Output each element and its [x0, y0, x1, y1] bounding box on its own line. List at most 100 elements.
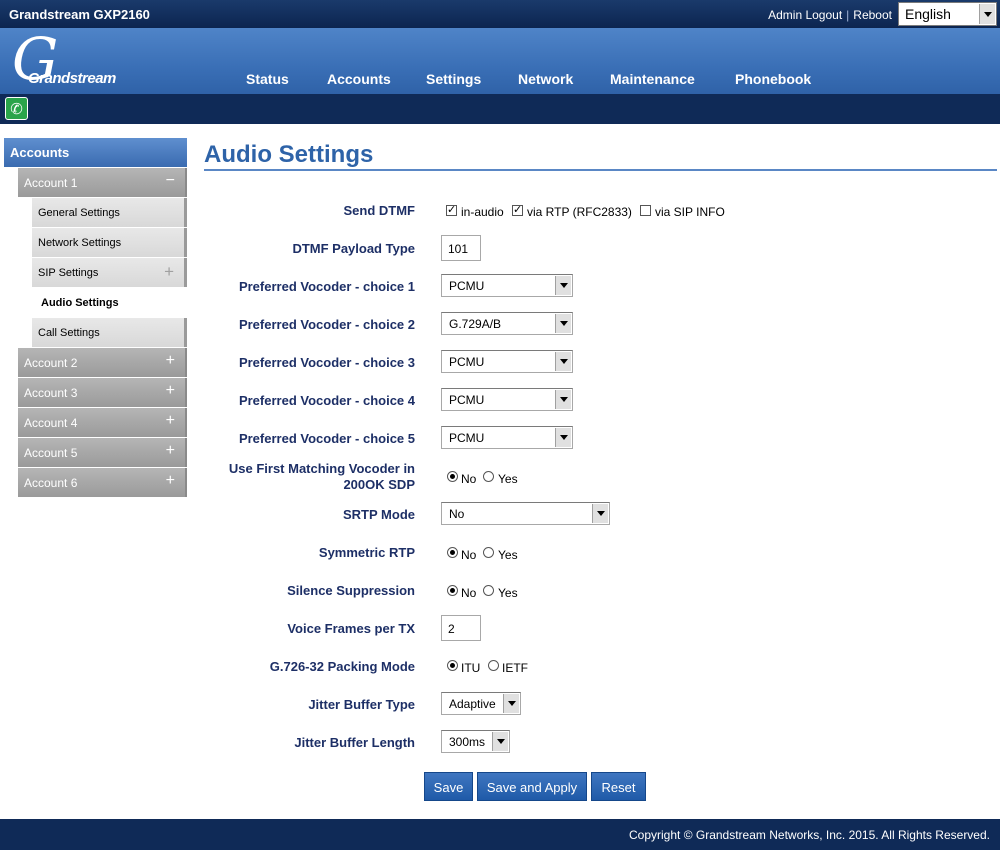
chevron-down-icon — [979, 4, 995, 24]
vocoder-2-select[interactable]: G.729A/B — [441, 312, 573, 335]
footer: Copyright © Grandstream Networks, Inc. 2… — [0, 819, 1000, 850]
srtp-mode-select[interactable]: No — [441, 502, 610, 525]
dtmf-sip-info-checkbox[interactable] — [640, 205, 651, 216]
admin-logout-link[interactable]: Admin Logout — [768, 8, 842, 22]
vocoder-2-label: Preferred Vocoder - choice 2 — [238, 317, 415, 332]
sidebar: Accounts Account 1 − General Settings Ne… — [4, 138, 187, 498]
silence-suppression-no-label: No — [461, 586, 477, 600]
sidebar-account-4[interactable]: Account 4 + — [18, 408, 187, 437]
product-name: Grandstream GXP2160 — [9, 7, 150, 22]
g726-packing-label: G.726-32 Packing Mode — [269, 659, 415, 674]
nav-maintenance[interactable]: Maintenance — [610, 71, 695, 87]
sidebar-account-6[interactable]: Account 6 + — [18, 468, 187, 497]
silence-suppression-label: Silence Suppression — [287, 583, 415, 598]
save-button[interactable]: Save — [424, 772, 473, 801]
silence-suppression-no-radio[interactable] — [447, 585, 458, 596]
silence-suppression-yes-label: Yes — [498, 586, 518, 600]
sidebar-account-1[interactable]: Account 1 − — [18, 168, 187, 197]
top-bar: Grandstream GXP2160 Admin Logout | Reboot … — [0, 0, 1000, 28]
dtmf-sip-info-label: via SIP INFO — [655, 205, 725, 219]
symmetric-rtp-yes-radio[interactable] — [483, 547, 494, 558]
srtp-mode-label: SRTP Mode — [343, 507, 415, 522]
header: G Grandstream Status Accounts Settings N… — [0, 28, 1000, 94]
vocoder-4-select[interactable]: PCMU — [441, 388, 573, 411]
page-title: Audio Settings — [204, 141, 374, 168]
jitter-type-label: Jitter Buffer Type — [308, 697, 415, 712]
sidebar-item-call-settings[interactable]: Call Settings — [32, 318, 187, 347]
first-matching-label: Use First Matching Vocoder in 200OK SDP — [228, 461, 415, 492]
reset-button[interactable]: Reset — [591, 772, 646, 801]
top-links: Admin Logout | Reboot — [768, 8, 892, 22]
vocoder-1-label: Preferred Vocoder - choice 1 — [238, 279, 415, 294]
vocoder-5-label: Preferred Vocoder - choice 5 — [238, 431, 415, 446]
expand-icon[interactable]: + — [164, 262, 174, 282]
language-select[interactable]: English — [898, 2, 997, 26]
dtmf-rtp-label: via RTP (RFC2833) — [527, 205, 632, 219]
dtmf-rtp-checkbox[interactable]: ✓ — [512, 205, 523, 216]
vocoder-1-select[interactable]: PCMU — [441, 274, 573, 297]
send-dtmf-label: Send DTMF — [343, 203, 416, 218]
vocoder-4-label: Preferred Vocoder - choice 4 — [238, 393, 415, 408]
nav-status[interactable]: Status — [246, 71, 289, 87]
g726-itu-label: ITU — [461, 661, 481, 675]
dtmf-payload-label: DTMF Payload Type — [292, 241, 415, 256]
g726-ietf-radio[interactable] — [488, 660, 499, 671]
expand-icon[interactable]: + — [166, 442, 175, 460]
symmetric-rtp-yes-label: Yes — [498, 548, 518, 562]
chevron-down-icon — [503, 694, 519, 713]
first-matching-yes-label: Yes — [498, 472, 518, 486]
sidebar-account-5[interactable]: Account 5 + — [18, 438, 187, 467]
first-matching-yes-radio[interactable] — [483, 471, 494, 482]
dtmf-in-audio-checkbox[interactable]: ✓ — [446, 205, 457, 216]
vocoder-3-label: Preferred Vocoder - choice 3 — [238, 355, 415, 370]
expand-icon[interactable]: + — [166, 382, 175, 400]
chevron-down-icon — [555, 276, 571, 295]
symmetric-rtp-no-radio[interactable] — [447, 547, 458, 558]
sidebar-item-audio-settings[interactable]: Audio Settings — [32, 288, 187, 317]
jitter-type-select[interactable]: Adaptive — [441, 692, 521, 715]
dtmf-in-audio-label: in-audio — [461, 205, 504, 219]
save-and-apply-button[interactable]: Save and Apply — [477, 772, 587, 801]
jitter-length-label: Jitter Buffer Length — [294, 735, 415, 750]
chevron-down-icon — [592, 504, 608, 523]
nav-settings[interactable]: Settings — [426, 71, 481, 87]
voice-frames-input[interactable]: 2 — [441, 615, 481, 641]
sidebar-item-network-settings[interactable]: Network Settings — [32, 228, 187, 257]
nav-network[interactable]: Network — [518, 71, 573, 87]
phone-icon[interactable]: ✆ — [5, 97, 28, 120]
sidebar-account-label: Account 1 — [24, 176, 78, 190]
title-divider — [204, 169, 997, 171]
sidebar-item-sip-settings[interactable]: SIP Settings + — [32, 258, 187, 287]
expand-icon[interactable]: + — [166, 352, 175, 370]
first-matching-no-label: No — [461, 472, 477, 486]
chevron-down-icon — [492, 732, 508, 751]
sub-bar: ✆ — [0, 94, 1000, 124]
silence-suppression-yes-radio[interactable] — [483, 585, 494, 596]
vocoder-5-select[interactable]: PCMU — [441, 426, 573, 449]
language-value: English — [905, 6, 951, 22]
expand-icon[interactable]: + — [166, 412, 175, 430]
sidebar-item-general-settings[interactable]: General Settings — [32, 198, 187, 227]
vocoder-3-select[interactable]: PCMU — [441, 350, 573, 373]
jitter-length-select[interactable]: 300ms — [441, 730, 510, 753]
sidebar-account-2[interactable]: Account 2 + — [18, 348, 187, 377]
sidebar-account-3[interactable]: Account 3 + — [18, 378, 187, 407]
chevron-down-icon — [555, 352, 571, 371]
g726-itu-radio[interactable] — [447, 660, 458, 671]
chevron-down-icon — [555, 314, 571, 333]
symmetric-rtp-label: Symmetric RTP — [318, 545, 415, 560]
first-matching-no-radio[interactable] — [447, 471, 458, 482]
dtmf-payload-input[interactable]: 101 — [441, 235, 481, 261]
main-nav: Status Accounts Settings Network Mainten… — [0, 28, 1000, 94]
collapse-icon[interactable]: − — [166, 172, 175, 190]
expand-icon[interactable]: + — [166, 472, 175, 490]
chevron-down-icon — [555, 428, 571, 447]
reboot-link[interactable]: Reboot — [853, 8, 892, 22]
nav-phonebook[interactable]: Phonebook — [735, 71, 811, 87]
voice-frames-label: Voice Frames per TX — [287, 621, 415, 636]
nav-accounts[interactable]: Accounts — [327, 71, 391, 87]
g726-ietf-label: IETF — [502, 661, 528, 675]
sidebar-header: Accounts — [4, 138, 187, 167]
symmetric-rtp-no-label: No — [461, 548, 477, 562]
chevron-down-icon — [555, 390, 571, 409]
